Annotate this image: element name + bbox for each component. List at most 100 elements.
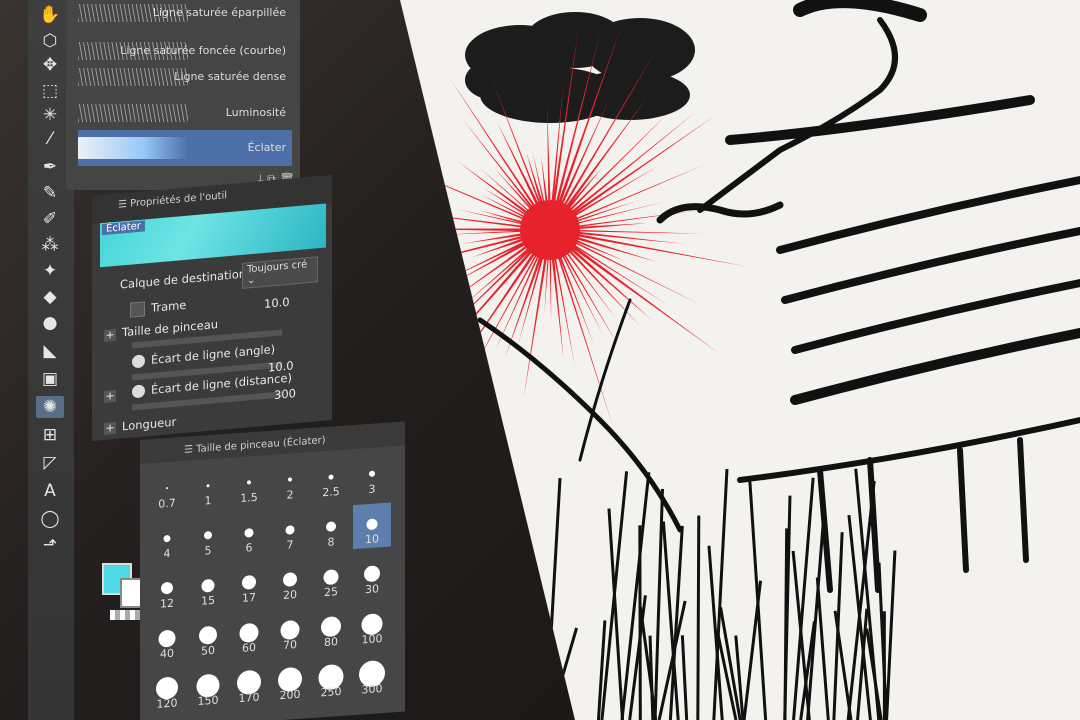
size-cell[interactable]: 1.5 [230,461,268,508]
grass-blade [832,532,844,720]
dest-layer-select[interactable]: Toujours cré ⌄ [242,256,318,289]
size-label: 7 [286,538,294,552]
size-cell[interactable]: 120 [148,667,186,714]
size-label: 20 [283,588,297,603]
saturated-line-icon[interactable]: ✺ [36,396,64,418]
brush-size-value[interactable]: 10.0 [264,295,290,311]
brush-label: Ligne saturée foncée (courbe) [120,44,286,57]
expand-icon[interactable]: + [104,421,116,435]
size-cell[interactable]: 250 [312,655,350,702]
grass-blade [885,550,897,720]
hand-icon[interactable]: ✋ [36,4,64,26]
list-item[interactable]: Ligne saturée éparpillée [78,0,292,26]
pencil-icon[interactable]: ✎ [36,182,64,204]
expand-icon[interactable]: + [104,328,116,342]
grass-blade [696,515,701,720]
list-item[interactable]: Ligne saturée dense [78,64,292,90]
size-dot [199,625,217,645]
tab-title: Taille de pinceau (Éclater) [196,435,326,456]
size-cell[interactable]: 40 [148,617,186,664]
size-cell[interactable]: 4 [148,517,186,564]
fill-icon[interactable]: ◣ [36,340,64,362]
eyedropper-icon[interactable]: ⁄ [36,128,64,150]
size-cell[interactable]: 17 [230,561,268,608]
decorate-icon[interactable]: ✦ [36,260,64,282]
distance-toggle[interactable] [132,384,145,399]
brush-size-panel: ☰ Taille de pinceau (Éclater) 0.7 1 1.5 2 2.… [140,421,405,720]
size-cell[interactable]: 3 [353,452,391,499]
trame-label: Trame [151,297,187,315]
frame-icon[interactable]: ⊞ [36,424,64,446]
blend-icon[interactable]: ● [36,312,64,334]
selection-icon[interactable]: ⬚ [36,80,64,102]
size-dot [285,524,295,535]
list-item-selected[interactable]: Éclater [78,130,292,166]
magic-wand-icon[interactable]: ✳ [36,104,64,126]
correct-line-icon[interactable]: ⬏ [36,534,64,556]
panel-menu-icon[interactable]: ☰ [118,199,130,211]
size-label: 200 [279,687,301,703]
grass-blade [680,635,689,720]
size-cell[interactable]: 70 [271,608,309,655]
size-cell[interactable]: 5 [189,514,227,561]
size-label: 0.7 [158,496,176,511]
size-cell[interactable]: 15 [189,564,227,611]
angle-toggle[interactable] [132,354,145,369]
size-cell[interactable]: 12 [148,567,186,614]
size-cell[interactable]: 20 [271,558,309,605]
burst-spike [400,228,533,232]
ruler-icon[interactable]: ◸ [36,452,64,474]
panel-menu-icon[interactable]: ☰ [184,444,196,456]
size-cell[interactable]: 300 [353,652,391,699]
size-dot [242,574,256,590]
eraser-icon[interactable]: ◆ [36,286,64,308]
size-cell[interactable]: 10 [353,502,391,550]
list-item[interactable]: Luminosité [78,100,292,126]
size-cell[interactable]: 50 [189,614,227,661]
size-label: 17 [242,590,256,605]
size-cell[interactable]: 0.7 [148,467,186,514]
size-cell[interactable]: 60 [230,611,268,658]
expand-icon[interactable]: + [104,389,116,403]
size-cell[interactable]: 2 [271,458,309,505]
list-item[interactable]: Ligne saturée foncée (courbe) [78,38,292,64]
clip-studio-window: ✋ ⬡ ✥ ⬚ ✳ ⁄ ✒ ✎ ✐ ⁂ ✦ ◆ ● ◣ ▣ ✺ ⊞ ◸ A ◯ … [0,0,1080,720]
size-dot [323,568,339,585]
gradient-icon[interactable]: ▣ [36,368,64,390]
move-icon[interactable]: ✥ [36,54,64,76]
trame-option[interactable]: Trame [130,298,186,318]
size-cell[interactable]: 100 [353,602,391,649]
brush-icon[interactable]: ✐ [36,208,64,230]
size-cell[interactable]: 7 [271,508,309,555]
size-cell[interactable]: 80 [312,605,350,652]
size-cell[interactable]: 1 [189,464,227,511]
distance-value[interactable]: 10.0 [268,358,294,374]
burst-spike [564,165,658,222]
text-icon[interactable]: A [36,480,64,502]
trame-checkbox[interactable] [130,301,145,318]
size-label: 1 [204,494,212,508]
size-cell[interactable]: 170 [230,661,268,708]
size-label: 15 [201,593,215,608]
size-cell[interactable]: 2.5 [312,455,350,502]
size-cell[interactable]: 200 [271,658,309,705]
size-cell[interactable]: 6 [230,511,268,558]
size-dot [247,480,251,485]
burst-spike [565,237,703,306]
size-cell[interactable]: 30 [353,552,391,599]
size-cell[interactable]: 8 [312,505,350,552]
size-label: 8 [327,535,335,549]
size-cell[interactable]: 25 [312,555,350,602]
grass-blade [815,577,830,720]
size-cell[interactable]: 150 [189,664,227,711]
drawing-canvas[interactable] [400,0,1080,720]
airbrush-icon[interactable]: ⁂ [36,234,64,256]
pen-icon[interactable]: ✒ [36,156,64,178]
rotate-icon[interactable]: ⬡ [36,30,64,52]
size-dot [326,521,336,532]
size-label: 4 [163,546,171,561]
size-dot [206,483,210,487]
balloon-icon[interactable]: ◯ [36,508,64,530]
length-value[interactable]: 300 [274,386,296,402]
size-label: 10 [365,532,379,547]
